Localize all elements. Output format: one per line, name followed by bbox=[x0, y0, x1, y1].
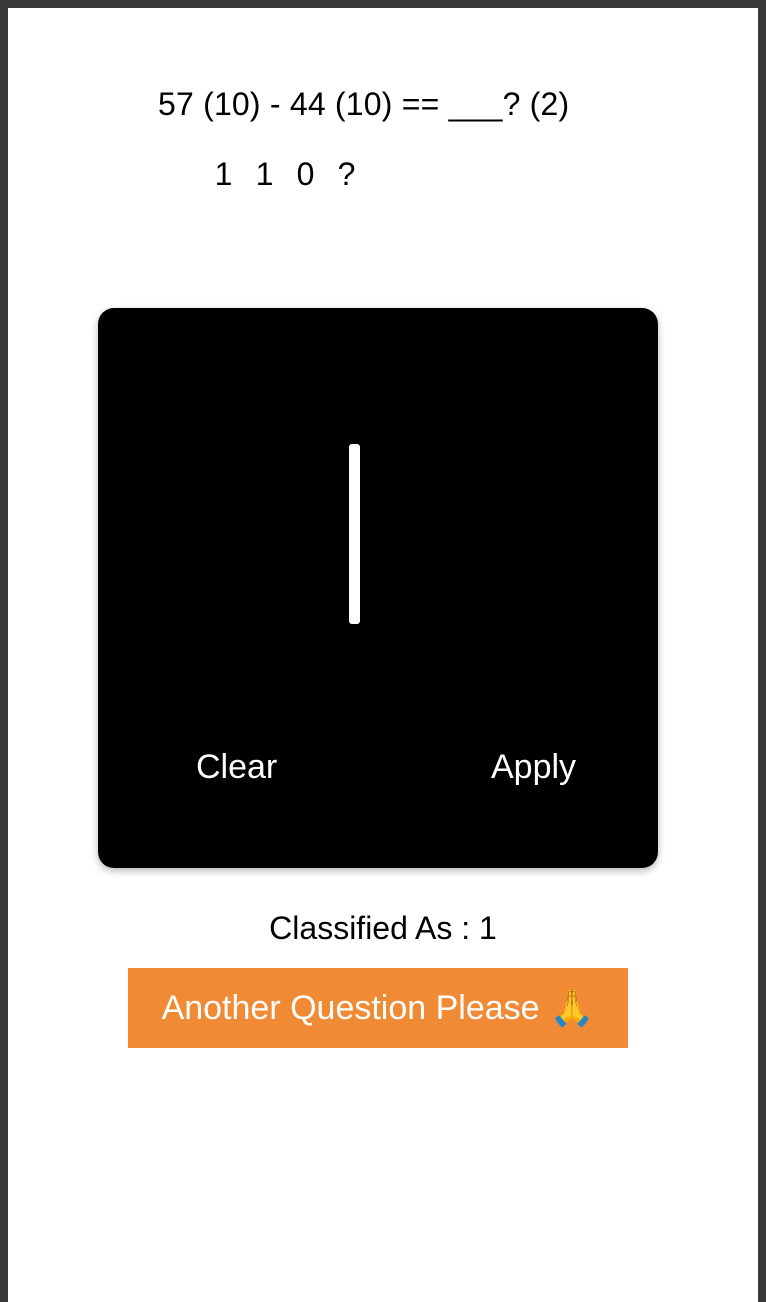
app-screen: 57 (10) - 44 (10) == ___? (2) 1 1 0 ? Cl… bbox=[8, 8, 758, 1302]
answer-digit-pending: ? bbox=[337, 156, 356, 192]
another-question-label: Another Question Please bbox=[161, 988, 540, 1027]
apply-button[interactable]: Apply bbox=[491, 748, 576, 787]
answer-digits: 1 1 0 ? bbox=[203, 156, 367, 193]
answer-digit: 1 bbox=[255, 156, 274, 192]
folded-hands-icon: 🙏 bbox=[549, 987, 595, 1028]
question-text: 57 (10) - 44 (10) == ___? (2) bbox=[158, 86, 570, 122]
classification-result: Classified As : 1 bbox=[269, 910, 497, 946]
answer-digit: 0 bbox=[296, 156, 315, 192]
drawn-stroke bbox=[349, 444, 360, 624]
drawing-canvas[interactable]: Clear Apply bbox=[98, 308, 658, 868]
answer-digit: 1 bbox=[214, 156, 233, 192]
clear-button[interactable]: Clear bbox=[196, 748, 277, 787]
another-question-button[interactable]: Another Question Please 🙏 bbox=[128, 968, 628, 1048]
